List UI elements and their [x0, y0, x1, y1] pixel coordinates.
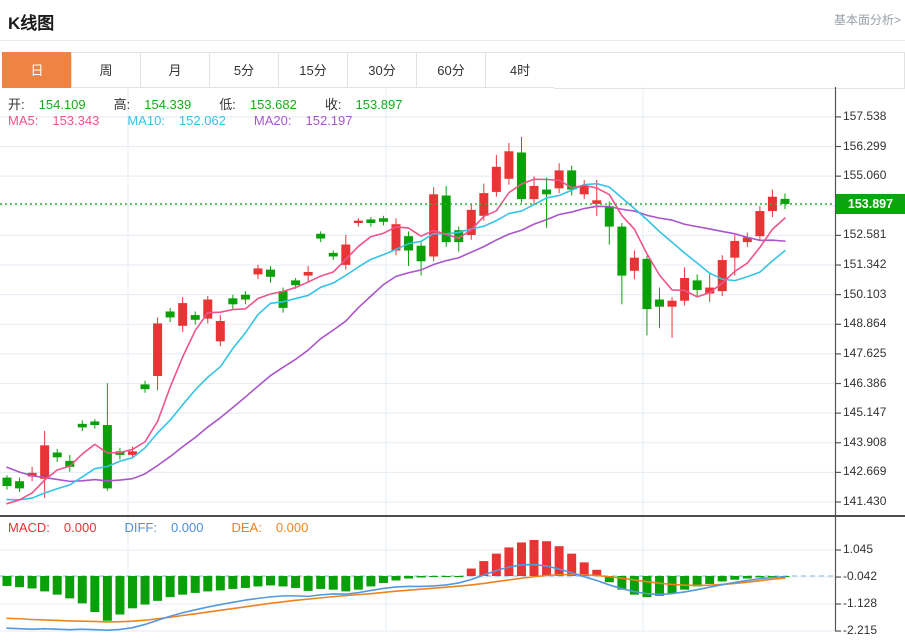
legend-item: MA5: 153.343 — [8, 113, 100, 128]
legend-item: DIFF: 0.000 — [124, 520, 204, 535]
axis-tick-label: 155.060 — [843, 168, 887, 183]
axis-tick-label: 152.581 — [843, 227, 887, 242]
macd-legend: MACD: 0.000 DIFF: 0.000 DEA: 0.000 — [8, 520, 336, 535]
legend-item: MA20: 152.197 — [253, 113, 353, 128]
legend-item: 低: 153.682 — [219, 97, 297, 112]
axis-tick-label: -1.128 — [843, 596, 878, 611]
axis-tick-label: -0.042 — [843, 569, 878, 584]
axis-tick-label: 143.908 — [843, 434, 887, 449]
axis-tick-label: -2.215 — [843, 623, 878, 638]
legend-item: 开: 154.109 — [8, 97, 86, 112]
legend-item: DEA: 0.000 — [231, 520, 309, 535]
kline-chart-widget: K线图 基本面分析> 日周月 5分 15分 30分 60分 4时 开: 154.109 高: 1… — [0, 0, 905, 643]
ohlc-legend: 开: 154.109 高: 154.339 低: 153.682 收: 153.897 — [8, 94, 431, 113]
axis-tick-label: 147.625 — [843, 345, 887, 360]
legend-item: 收: 153.897 — [324, 97, 403, 112]
axis-tick-label: 151.342 — [843, 257, 887, 272]
legend-item: MA10: 152.062 — [127, 113, 226, 128]
axis-tick-label: 1.045 — [843, 542, 874, 557]
axis-tick-label: 156.299 — [843, 138, 887, 153]
ma-legend: MA5: 153.343 MA10: 152.062 MA20: 152.197 — [8, 113, 381, 128]
legend-item: MACD: 0.000 — [8, 520, 97, 535]
axis-tick-label: 148.864 — [843, 316, 887, 331]
current-price-badge: 153.897 — [836, 193, 905, 214]
axis-tick-label: 145.147 — [843, 405, 887, 420]
legend-item: 高: 154.339 — [113, 97, 192, 112]
axis-tick-label: 150.103 — [843, 286, 887, 301]
axis-tick-label: 142.669 — [843, 464, 887, 479]
axis-tick-label: 157.538 — [843, 108, 887, 123]
axis-tick-label: 141.430 — [843, 494, 887, 508]
axis-tick-label: 146.386 — [843, 375, 887, 390]
